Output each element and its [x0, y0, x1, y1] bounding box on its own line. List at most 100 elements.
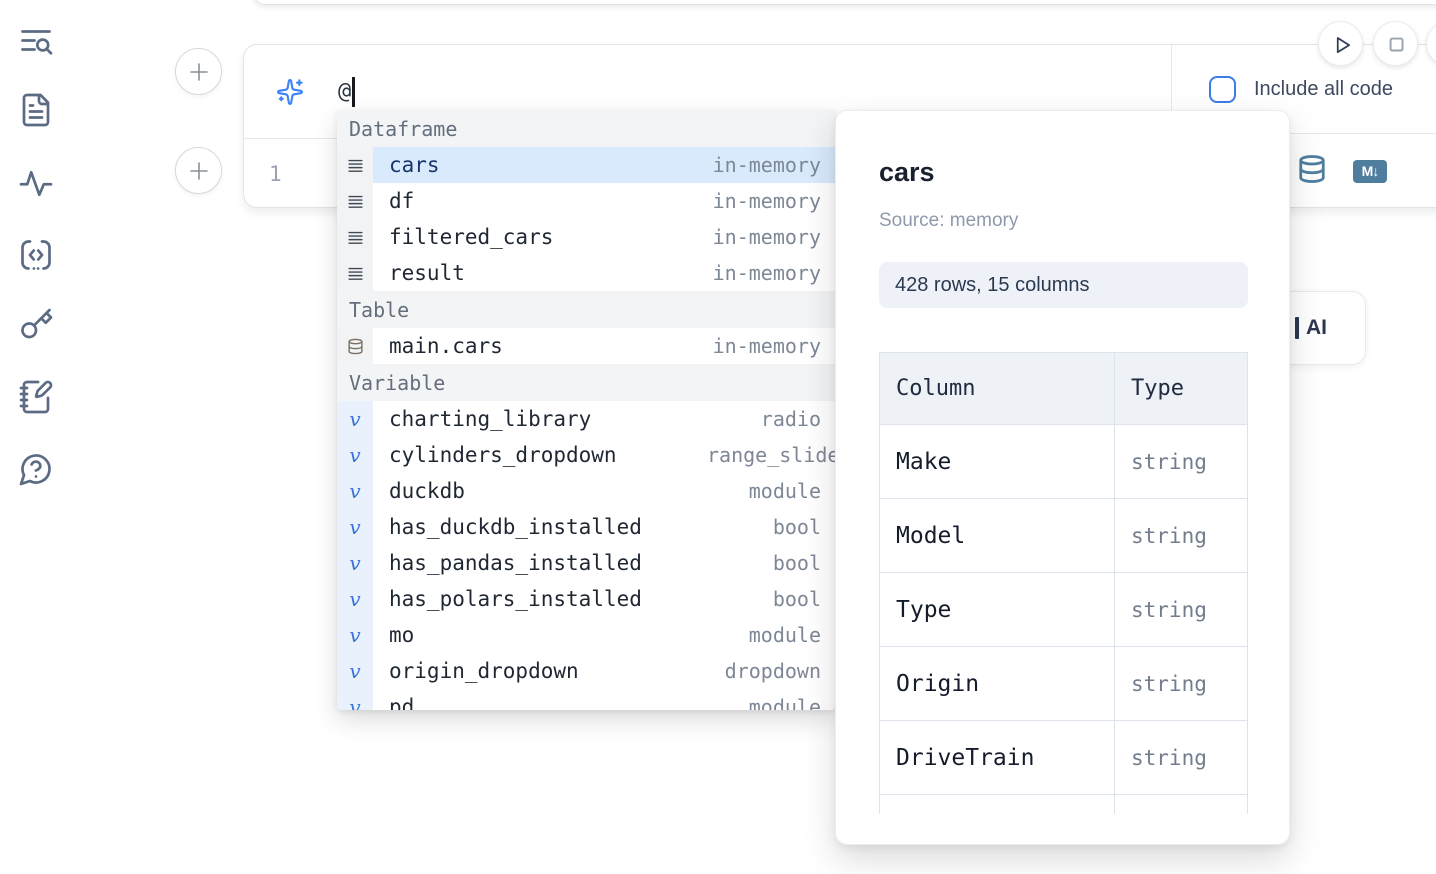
autocomplete-item-type: dropdown: [725, 659, 835, 683]
toc-search-icon[interactable]: [18, 24, 54, 60]
schema-row: DriveTrainstring: [880, 721, 1248, 795]
autocomplete-list: Dataframe cars in-memory df in-memory filtere…: [337, 110, 835, 710]
previous-cell-edge: [252, 0, 1436, 5]
autocomplete-item-name: result: [389, 261, 465, 285]
variable-icon: v: [337, 509, 373, 545]
autocomplete-item-df[interactable]: df in-memory: [337, 183, 835, 219]
schema-column-type: [1115, 795, 1248, 815]
dataframe-icon: [337, 183, 373, 219]
schema-body: MakestringModelstringTypestringOriginstr…: [880, 425, 1248, 815]
plus-icon: [187, 159, 211, 183]
autocomplete-item-name: filtered_cars: [389, 225, 553, 249]
autocomplete-section-header: Variable: [337, 364, 835, 401]
sparkles-icon: [276, 78, 304, 106]
autocomplete-item-name: charting_library: [389, 407, 591, 431]
file-icon[interactable]: [18, 92, 54, 128]
variable-icon: v: [337, 617, 373, 653]
schema-column-name: Type: [880, 573, 1115, 647]
autocomplete-item-type: bool: [773, 551, 835, 575]
key-icon[interactable]: [18, 307, 54, 343]
autocomplete-item-type: range_slider: [707, 443, 835, 467]
include-all-code-label: Include all code: [1254, 78, 1393, 101]
autocomplete-item-name: has_polars_installed: [389, 587, 642, 611]
schema-table-wrap: ColumnType MakestringModelstringTypestri…: [879, 352, 1248, 814]
schema-column-name: Model: [880, 499, 1115, 573]
schema-column-type: string: [1115, 647, 1248, 721]
autocomplete-item-type: in-memory: [713, 153, 835, 177]
variable-icon: v: [337, 653, 373, 689]
activity-icon[interactable]: [18, 164, 54, 200]
shape-badge: 428 rows, 15 columns: [879, 262, 1248, 308]
autocomplete-item-filtered_cars[interactable]: filtered_carsin-memory: [337, 219, 835, 255]
table-database-icon: [337, 328, 373, 364]
autocomplete-item-main.cars[interactable]: main.carsin-memory: [337, 328, 835, 364]
schema-col-header: Type: [1115, 353, 1248, 425]
stop-cell-button[interactable]: [1373, 21, 1418, 66]
popup-title: cars: [879, 157, 1246, 188]
autocomplete-item-has_duckdb_installed[interactable]: vhas_duckdb_installedbool: [337, 509, 835, 545]
autocomplete-item-type: in-memory: [713, 334, 835, 358]
schema-column-type: string: [1115, 721, 1248, 795]
popup-source: Source: memory: [879, 210, 1246, 232]
variable-icon: v: [337, 473, 373, 509]
variable-icon: v: [337, 401, 373, 437]
add-cell-below-button[interactable]: [175, 147, 222, 194]
autocomplete-item-name: cars: [389, 153, 440, 177]
autocomplete-item-name: origin_dropdown: [389, 659, 579, 683]
include-all-code-checkbox[interactable]: [1209, 76, 1236, 103]
ai-prompt-value: @: [338, 79, 351, 104]
autocomplete-item-type: module: [749, 479, 835, 503]
add-cell-above-button[interactable]: [175, 48, 222, 95]
clipped-letter: [1295, 317, 1299, 339]
autocomplete-item-pd[interactable]: v pd module: [337, 689, 835, 710]
autocomplete-item-mo[interactable]: vmomodule: [337, 617, 835, 653]
autocomplete-section-header: Table: [337, 291, 835, 328]
schema-row: [880, 795, 1248, 815]
ai-card-label: AI: [1306, 316, 1327, 340]
schema-column-type: string: [1115, 499, 1248, 573]
variable-icon: v: [337, 689, 373, 710]
dataframe-icon: [337, 219, 373, 255]
autocomplete-item-charting_library[interactable]: v charting_library radio: [337, 401, 835, 437]
dataframe-icon: [337, 147, 373, 183]
autocomplete-item-type: in-memory: [713, 189, 835, 213]
schema-row: Typestring: [880, 573, 1248, 647]
autocomplete-item-name: mo: [389, 623, 414, 647]
schema-row: Originstring: [880, 647, 1248, 721]
dataframe-icon: [337, 255, 373, 291]
schema-column-type: string: [1115, 425, 1248, 499]
schema-column-name: Make: [880, 425, 1115, 499]
autocomplete-item-name: pd: [389, 695, 414, 710]
autocomplete-item-type: radio: [761, 407, 835, 431]
autocomplete-item-type: in-memory: [713, 261, 835, 285]
autocomplete-item-has_pandas_installed[interactable]: vhas_pandas_installedbool: [337, 545, 835, 581]
schema-row: Makestring: [880, 425, 1248, 499]
autocomplete-item-origin_dropdown[interactable]: v origin_dropdown dropdown: [337, 653, 835, 689]
scratchpad-icon[interactable]: [18, 379, 54, 415]
autocomplete-item-name: cylinders_dropdown: [389, 443, 617, 467]
autocomplete-item-duckdb[interactable]: vduckdbmodule: [337, 473, 835, 509]
autocomplete-section-header: Dataframe: [337, 110, 835, 147]
snippets-icon[interactable]: [18, 237, 54, 273]
autocomplete-item-cylinders_dropdown[interactable]: v cylinders_dropdown range_slider: [337, 437, 835, 473]
database-icon[interactable]: [1297, 154, 1327, 189]
stop-icon: [1383, 31, 1409, 57]
autocomplete-item-name: has_duckdb_installed: [389, 515, 642, 539]
autocomplete-item-name: df: [389, 189, 414, 213]
help-chat-icon[interactable]: [18, 451, 54, 487]
schema-row: Modelstring: [880, 499, 1248, 573]
variable-icon: v: [337, 437, 373, 473]
schema-col-header: Column: [880, 353, 1115, 425]
schema-header-row: ColumnType: [880, 353, 1248, 425]
schema-table: ColumnType MakestringModelstringTypestri…: [879, 352, 1248, 814]
markdown-icon[interactable]: M↓: [1353, 160, 1387, 183]
line-number: 1: [269, 162, 282, 186]
run-cell-button[interactable]: [1318, 21, 1363, 66]
schema-column-type: string: [1115, 573, 1248, 647]
autocomplete-item-has_polars_installed[interactable]: vhas_polars_installedbool: [337, 581, 835, 617]
text-caret: [352, 77, 355, 107]
autocomplete-item-type: module: [749, 695, 835, 710]
autocomplete-item-result[interactable]: result in-memory: [337, 255, 835, 291]
autocomplete-item-cars[interactable]: cars in-memory: [337, 147, 835, 183]
schema-column-name: Origin: [880, 647, 1115, 721]
